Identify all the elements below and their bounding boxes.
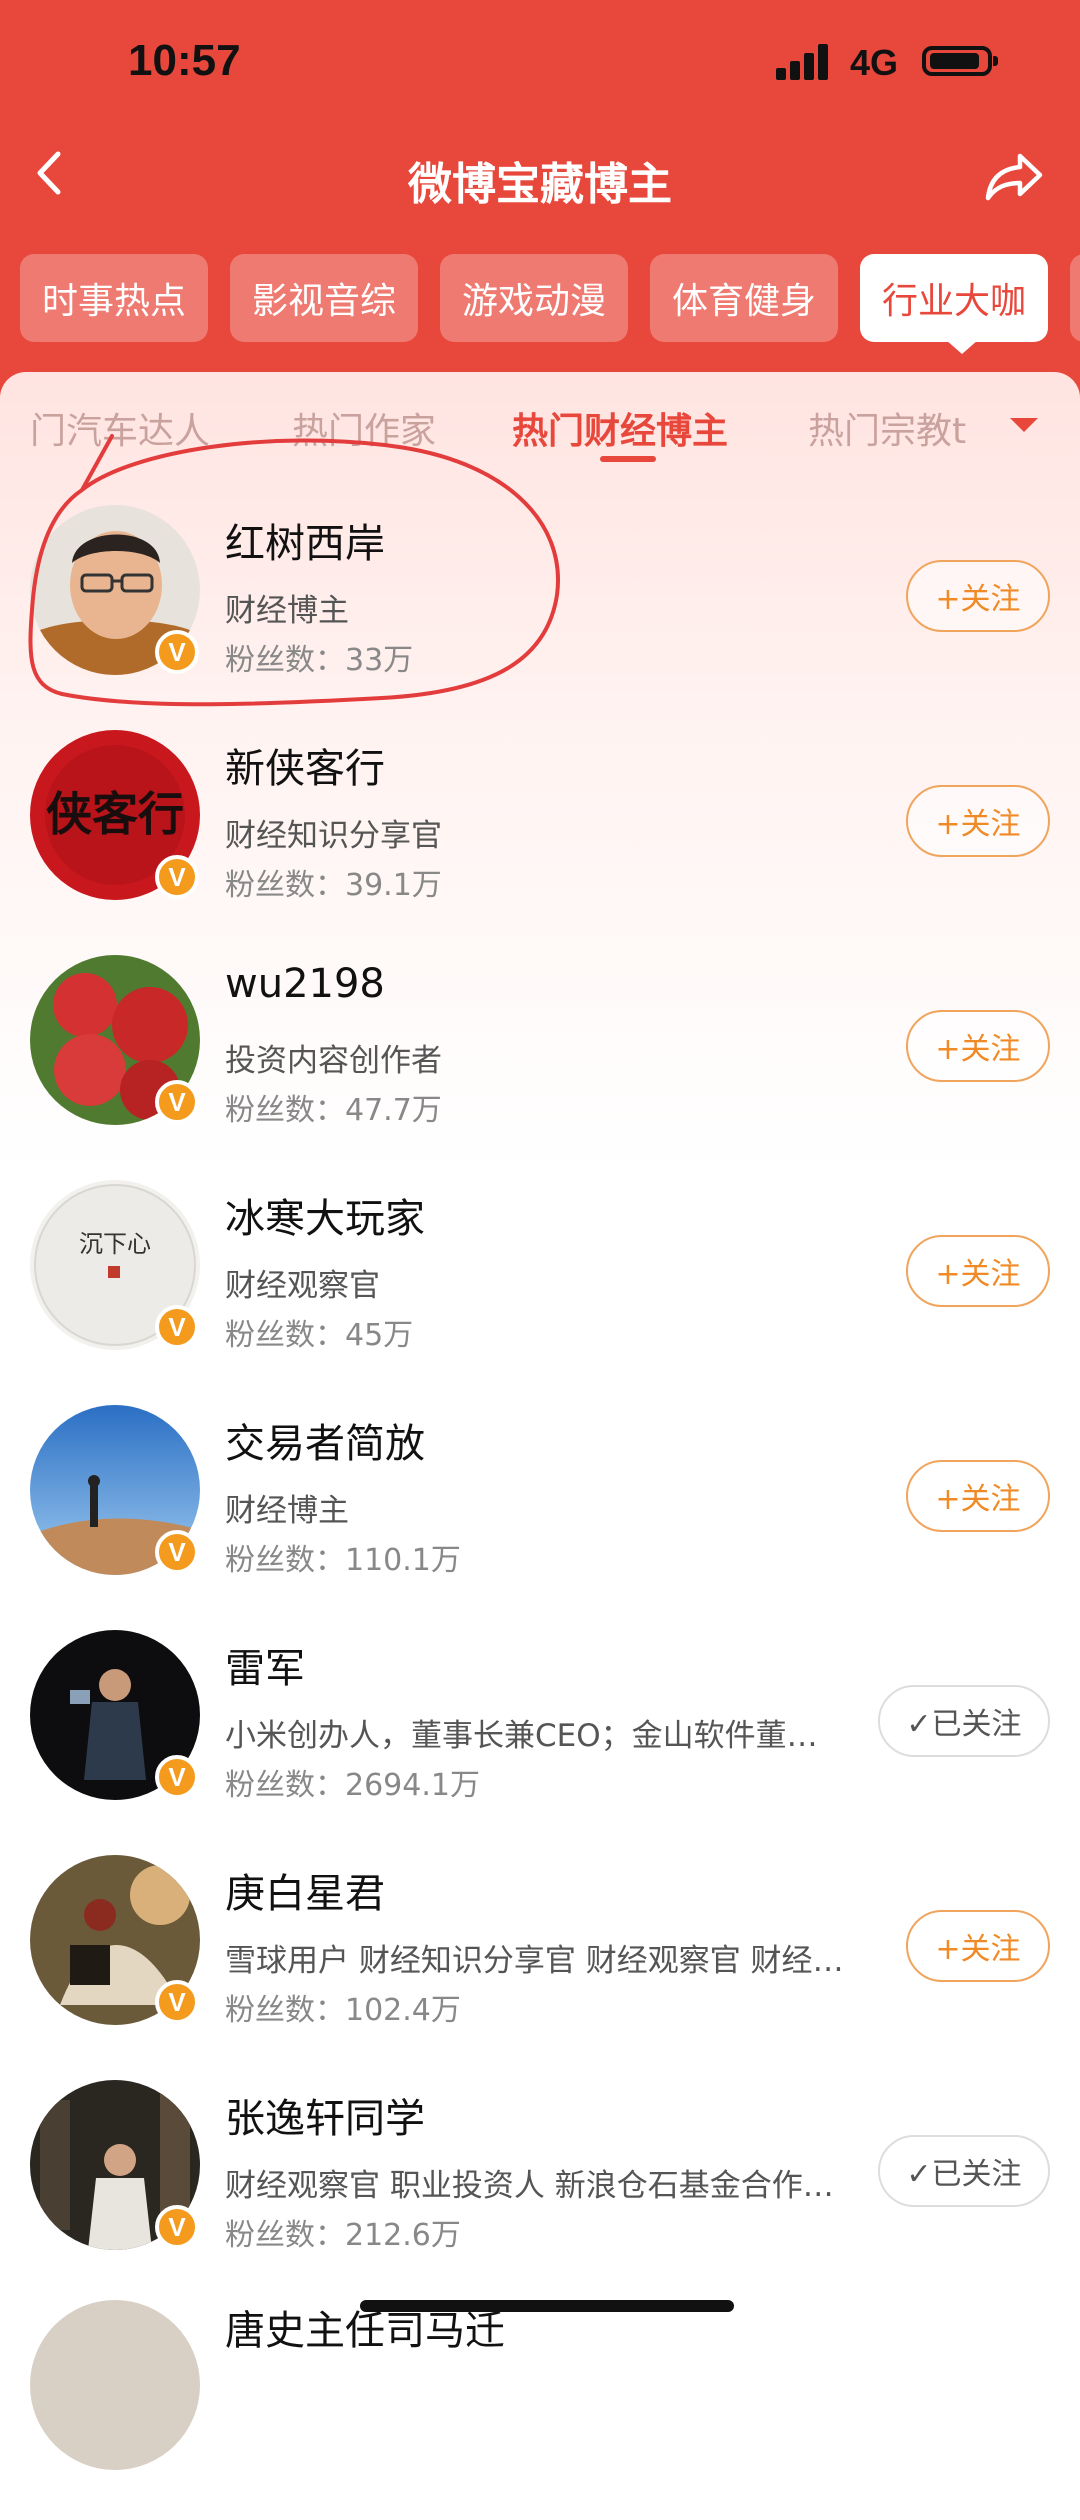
list-item[interactable]: 唐史主任司马迁 (0, 2300, 1080, 2520)
follower-count: 粉丝数：33万 (225, 643, 414, 678)
follow-button[interactable]: +关注 (906, 1910, 1050, 1982)
verified-badge-icon: V (155, 1755, 199, 1799)
list-item[interactable]: 侠客行 V 新侠客行 财经知识分享官 粉丝数：39.1万 +关注 (0, 730, 1080, 950)
category-tab-label: 体育健身 (671, 281, 816, 322)
share-icon[interactable] (984, 148, 1044, 204)
avatar (30, 2300, 200, 2470)
category-tab-label: 游戏动漫 (461, 281, 606, 322)
navigation-bar: 微博宝藏博主 (0, 130, 1080, 220)
verified-badge-icon: V (155, 855, 199, 899)
avatar-art-text: 侠客行 (46, 787, 184, 841)
user-description: 财经观察官 (225, 1268, 380, 1304)
category-tab[interactable]: 影视音综 (230, 254, 418, 342)
user-description: 财经观察官 职业投资人 新浪仓石基金合作作… (225, 2168, 845, 2204)
verified-badge-icon: V (155, 1305, 199, 1349)
subtab-active[interactable]: 热门财经博主 (512, 402, 728, 454)
follower-count: 粉丝数：45万 (225, 1318, 414, 1353)
signal-icon (776, 44, 836, 80)
subtab[interactable]: 门汽车达人 (30, 402, 210, 454)
follow-button[interactable]: +关注 (906, 785, 1050, 857)
follower-count: 粉丝数：110.1万 (225, 1543, 461, 1578)
user-description: 小米创办人，董事长兼CEO；金山软件董事… (225, 1718, 845, 1754)
following-button[interactable]: ✓已关注 (878, 1685, 1050, 1757)
verified-badge-icon: V (155, 1530, 199, 1574)
sub-tabs: 门汽车达人 热门作家 热门财经博主 热门宗教t (0, 392, 1080, 476)
status-bar: 10:57 4G (0, 0, 1080, 130)
list-item[interactable]: 沉下心 V 冰寒大玩家 财经观察官 粉丝数：45万 +关注 (0, 1180, 1080, 1400)
category-tab-active[interactable]: 行业大咖 (860, 254, 1048, 342)
user-name[interactable]: 交易者简放 (225, 1411, 425, 1469)
follower-count: 粉丝数：102.4万 (225, 1993, 461, 2028)
list-item[interactable]: V 张逸轩同学 财经观察官 职业投资人 新浪仓石基金合作作… 粉丝数：212.6… (0, 2080, 1080, 2300)
network-type: 4G (850, 42, 899, 83)
user-description: 雪球用户 财经知识分享官 财经观察官 财经博… (225, 1943, 845, 1979)
list-item[interactable]: V 雷军 小米创办人，董事长兼CEO；金山软件董事… 粉丝数：2694.1万 ✓… (0, 1630, 1080, 1850)
category-tab[interactable]: 时事热点 (20, 254, 208, 342)
page-title: 微博宝藏博主 (408, 159, 672, 210)
user-description: 财经博主 (225, 593, 349, 629)
list-item[interactable]: V 红树西岸 财经博主 粉丝数：33万 +关注 (0, 505, 1080, 725)
category-tab[interactable]: 游戏动漫 (440, 254, 628, 342)
follow-button[interactable]: +关注 (906, 1460, 1050, 1532)
user-description: 投资内容创作者 (225, 1043, 442, 1079)
active-category-pointer (946, 340, 978, 354)
follow-button[interactable]: +关注 (906, 560, 1050, 632)
follower-count: 粉丝数：39.1万 (225, 868, 442, 903)
category-tab[interactable]: 体育健身 (650, 254, 838, 342)
list-item[interactable]: V 庚白星君 雪球用户 财经知识分享官 财经观察官 财经博… 粉丝数：102.4… (0, 1855, 1080, 2075)
user-description: 财经知识分享官 (225, 818, 442, 854)
user-name[interactable]: 新侠客行 (225, 736, 385, 794)
follow-button[interactable]: +关注 (906, 1010, 1050, 1082)
user-name[interactable]: 张逸轩同学 (225, 2086, 425, 2144)
list-item[interactable]: V 交易者简放 财经博主 粉丝数：110.1万 +关注 (0, 1405, 1080, 1625)
user-name[interactable]: 雷军 (225, 1636, 305, 1694)
verified-badge-icon: V (155, 630, 199, 674)
following-button[interactable]: ✓已关注 (878, 2135, 1050, 2207)
user-name[interactable]: 庚白星君 (225, 1861, 385, 1919)
follower-count: 粉丝数：47.7万 (225, 1093, 442, 1128)
user-description: 财经博主 (225, 1493, 349, 1529)
subtab[interactable]: 热门宗教t (808, 402, 988, 454)
category-tabs: 时事热点 影视音综 游戏动漫 体育健身 行业大咖 (0, 254, 1080, 342)
battery-icon (922, 46, 998, 76)
list-item[interactable]: V wu2198 投资内容创作者 粉丝数：47.7万 +关注 (0, 955, 1080, 1175)
category-tab-overflow[interactable] (1070, 254, 1080, 342)
status-time: 10:57 (128, 36, 241, 85)
follower-count: 粉丝数：2694.1万 (225, 1768, 480, 1803)
follower-count: 粉丝数：212.6万 (225, 2218, 461, 2253)
subtab[interactable]: 热门作家 (292, 402, 436, 454)
category-tab-label: 行业大咖 (881, 281, 1026, 322)
verified-badge-icon: V (155, 1980, 199, 2024)
verified-badge-icon: V (155, 1080, 199, 1124)
follow-button[interactable]: +关注 (906, 1235, 1050, 1307)
user-name[interactable]: 红树西岸 (225, 511, 385, 569)
user-name[interactable]: 冰寒大玩家 (225, 1186, 425, 1244)
active-subtab-underline (600, 456, 656, 462)
dropdown-icon[interactable] (1010, 418, 1038, 432)
category-tab-label: 影视音综 (251, 281, 396, 322)
home-indicator[interactable] (360, 2300, 734, 2312)
avatar-art-text: 沉下心 (79, 1230, 151, 1258)
user-name[interactable]: wu2198 (225, 961, 385, 1007)
verified-badge-icon: V (155, 2205, 199, 2249)
category-tab-label: 时事热点 (41, 281, 186, 322)
